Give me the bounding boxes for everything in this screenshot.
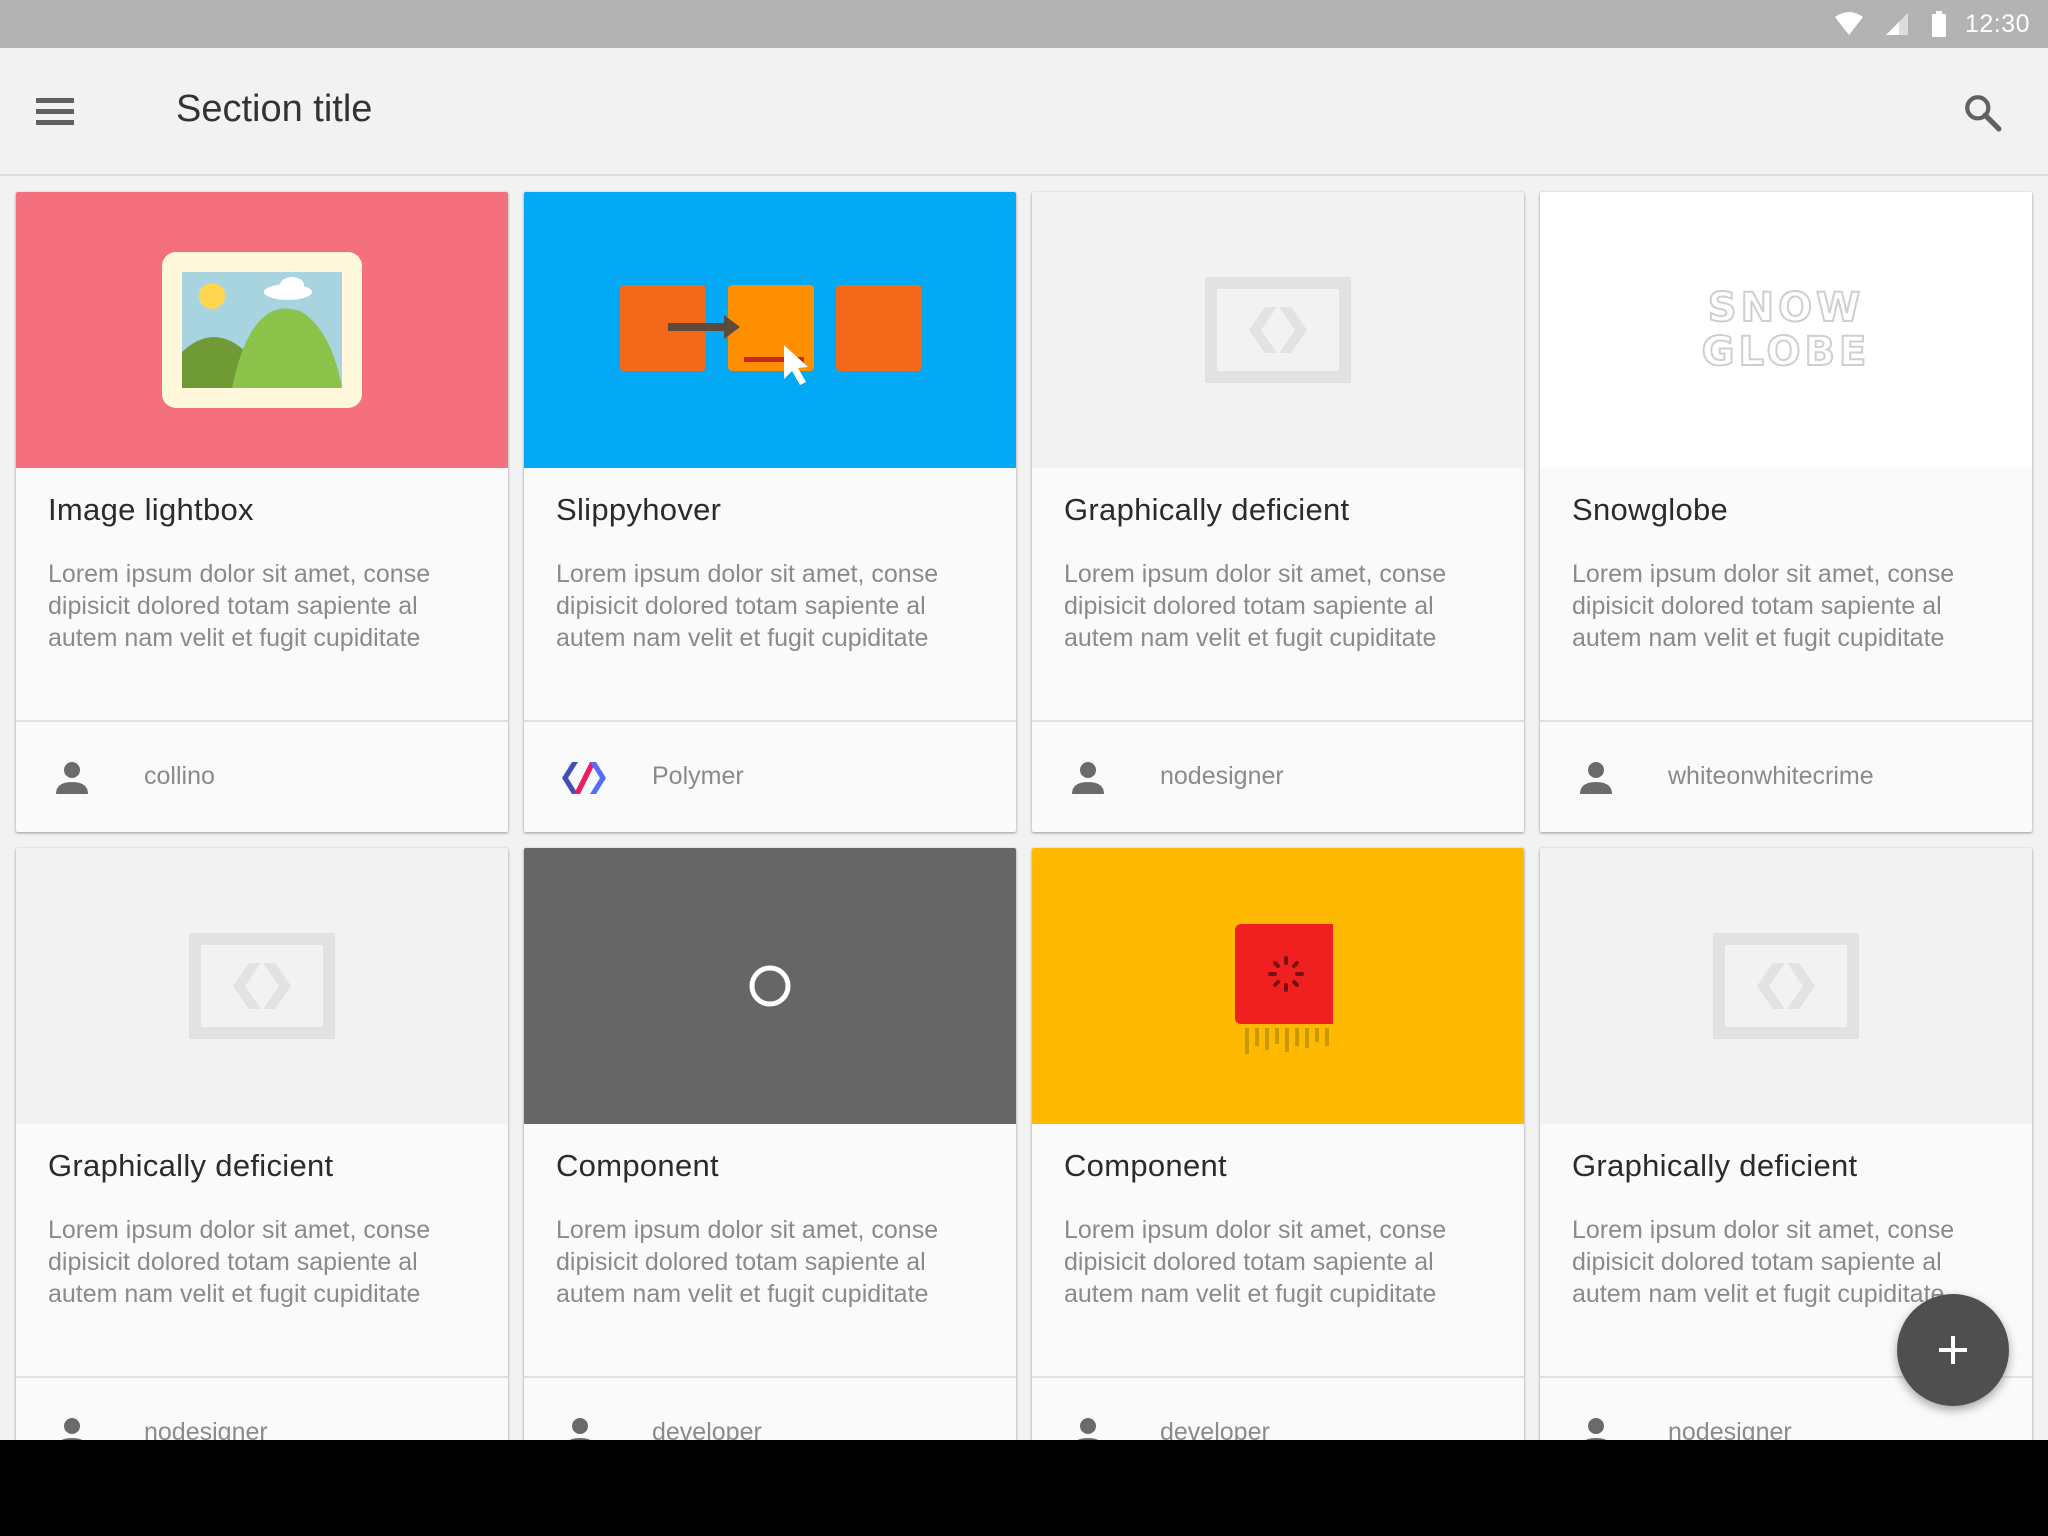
card-author[interactable]: developer	[652, 1418, 762, 1440]
card-author[interactable]: whiteonwhitecrime	[1668, 762, 1874, 791]
card-footer: developer	[524, 1376, 1016, 1440]
card-footer: Polymer	[524, 720, 1016, 832]
card-media	[524, 848, 1016, 1124]
card-description: Lorem ipsum dolor sit amet, conse dipisi…	[556, 560, 939, 652]
card-media	[1032, 192, 1524, 468]
card-title: Graphically deficient	[48, 1148, 334, 1183]
card-author[interactable]: nodesigner	[1160, 762, 1284, 791]
card-snowglobe[interactable]: SNOW GLOBE Snowglobe Lorem ipsum dolor s…	[1540, 192, 2032, 832]
card-description: Lorem ipsum dolor sit amet, conse dipisi…	[556, 1216, 939, 1308]
wifi-icon	[1834, 12, 1863, 36]
ring-illustration	[749, 965, 791, 1007]
card-image-lightbox[interactable]: Image lightbox Lorem ipsum dolor sit ame…	[16, 192, 508, 832]
card-footer: whiteonwhitecrime	[1540, 720, 2032, 832]
polymer-logo-icon	[562, 762, 606, 794]
system-nav-bar	[0, 1440, 2048, 1536]
card-media	[16, 192, 508, 468]
card-footer: nodesigner	[1032, 720, 1524, 832]
card-title: Image lightbox	[48, 492, 254, 527]
cell-signal-icon	[1885, 12, 1909, 36]
placeholder-logo	[1713, 933, 1859, 1039]
person-icon	[1585, 1418, 1607, 1440]
card-footer: nodesigner	[16, 1376, 508, 1440]
menu-icon[interactable]	[36, 98, 76, 128]
person-icon	[569, 1418, 591, 1440]
add-icon	[1939, 1336, 1967, 1364]
card-author[interactable]: nodesigner	[144, 1418, 268, 1440]
add-button[interactable]	[1897, 1294, 2009, 1406]
card-media	[1540, 848, 2032, 1124]
card-media	[524, 192, 1016, 468]
card-media	[1032, 848, 1524, 1124]
person-icon	[1077, 1418, 1099, 1440]
card-title: Component	[556, 1148, 719, 1183]
person-icon	[1072, 762, 1104, 794]
card-component[interactable]: Component Lorem ipsum dolor sit amet, co…	[524, 848, 1016, 1440]
snowglobe-wordmark-line-1: SNOW	[1707, 285, 1865, 331]
card-author[interactable]: developer	[1160, 1418, 1270, 1440]
status-bar: 12:30	[0, 0, 2048, 48]
placeholder-logo	[189, 933, 335, 1039]
card-media: SNOW GLOBE	[1540, 192, 2032, 468]
card-description: Lorem ipsum dolor sit amet, conse dipisi…	[1064, 560, 1447, 652]
card-title: Slippyhover	[556, 492, 722, 527]
toolbar: Section title	[0, 48, 2048, 176]
card-title: Graphically deficient	[1572, 1148, 1858, 1183]
card-component[interactable]: Component Lorem ipsum dolor sit amet, co…	[1032, 848, 1524, 1440]
placeholder-logo	[1205, 277, 1351, 383]
image-lightbox-illustration	[162, 252, 362, 408]
card-title: Snowglobe	[1572, 492, 1729, 527]
card-description: Lorem ipsum dolor sit amet, conse dipisi…	[48, 1216, 431, 1308]
app-screen: Section title Image lightbox Lorem ipsum…	[0, 48, 2048, 1440]
chip-spinner-illustration	[1235, 924, 1333, 1054]
card-description: Lorem ipsum dolor sit amet, conse dipisi…	[1064, 1216, 1447, 1308]
battery-icon	[1931, 11, 1947, 37]
slippyhover-illustration	[620, 285, 922, 385]
person-icon	[56, 762, 88, 794]
snowglobe-wordmark-line-2: GLOBE	[1701, 329, 1871, 375]
card-graphically-deficient[interactable]: Graphically deficient Lorem ipsum dolor …	[1032, 192, 1524, 832]
card-description: Lorem ipsum dolor sit amet, conse dipisi…	[1572, 560, 1955, 652]
card-description: Lorem ipsum dolor sit amet, conse dipisi…	[48, 560, 431, 652]
card-author[interactable]: Polymer	[652, 762, 744, 791]
page-title: Section title	[176, 88, 373, 130]
card-slippyhover[interactable]: Slippyhover Lorem ipsum dolor sit amet, …	[524, 192, 1016, 832]
status-clock: 12:30	[1964, 9, 2030, 38]
card-footer: collino	[16, 720, 508, 832]
card-title: Component	[1064, 1148, 1227, 1183]
person-icon	[61, 1418, 83, 1440]
card-author[interactable]: collino	[144, 762, 215, 791]
card-media	[16, 848, 508, 1124]
card-author[interactable]: nodesigner	[1668, 1418, 1792, 1440]
search-icon[interactable]	[1962, 92, 2002, 132]
person-icon	[1580, 762, 1612, 794]
card-title: Graphically deficient	[1064, 492, 1350, 527]
card-footer: developer	[1032, 1376, 1524, 1440]
card-graphically-deficient[interactable]: Graphically deficient Lorem ipsum dolor …	[16, 848, 508, 1440]
